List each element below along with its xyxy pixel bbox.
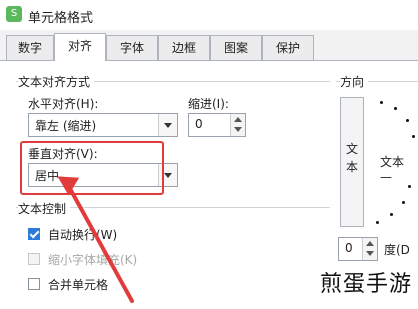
dial-dot <box>390 213 393 216</box>
stepper-buttons[interactable] <box>230 114 245 136</box>
degree-value: 0 <box>345 241 353 255</box>
increment-icon[interactable] <box>366 241 374 246</box>
tab-pattern[interactable]: 图案 <box>210 35 262 60</box>
vertical-text-label: 文本 <box>346 142 359 174</box>
annotation-arrow <box>57 176 134 303</box>
dial-dot <box>402 201 405 204</box>
dial-dot <box>412 135 415 138</box>
vertical-text-button[interactable]: 文本 <box>340 97 364 227</box>
tab-font[interactable]: 字体 <box>106 35 158 60</box>
horizontal-align-select[interactable]: 靠左 (缩进) <box>28 113 178 137</box>
chevron-down-icon[interactable] <box>158 114 177 136</box>
indent-value: 0 <box>195 117 203 131</box>
increment-icon[interactable] <box>234 117 242 122</box>
stepper-buttons[interactable] <box>362 238 377 260</box>
window-title: 单元格格式 <box>28 11 94 26</box>
alignment-group-title: 文本对齐方式 <box>18 73 95 90</box>
indent-stepper[interactable]: 0 <box>188 113 246 137</box>
tab-protection[interactable]: 保护 <box>262 35 314 60</box>
wrap-text-checkbox[interactable] <box>28 228 40 240</box>
dial-dot <box>408 185 411 188</box>
dial-dot <box>394 107 397 110</box>
decrement-icon[interactable] <box>234 127 242 132</box>
watermark: 煎蛋手游 <box>319 272 412 297</box>
orientation-group-title: 方向 <box>340 73 369 90</box>
dial-dot <box>406 119 409 122</box>
tab-alignment[interactable]: 对齐 <box>54 33 106 61</box>
degree-stepper[interactable]: 0 <box>338 237 378 261</box>
dial-dot <box>376 221 379 224</box>
dial-text: 文本 — <box>380 155 405 184</box>
app-icon: S <box>6 6 22 22</box>
tab-border[interactable]: 边框 <box>158 35 210 60</box>
shrink-to-fit-checkbox <box>28 253 40 265</box>
degree-label: 度(D <box>384 243 410 257</box>
horizontal-align-value: 靠左 (缩进) <box>35 119 97 133</box>
decrement-icon[interactable] <box>366 251 374 256</box>
orientation-dial[interactable]: 文本 — <box>368 97 418 227</box>
tab-number[interactable]: 数字 <box>6 35 54 60</box>
title-bar: S 单元格格式 <box>0 0 418 31</box>
dial-dot <box>380 101 383 104</box>
merge-cells-checkbox[interactable] <box>28 278 40 290</box>
indent-label: 缩进(I): <box>188 97 229 111</box>
tab-strip: 数字 对齐 字体 边框 图案 保护 <box>0 30 418 61</box>
horizontal-align-label: 水平对齐(H): <box>28 97 99 111</box>
